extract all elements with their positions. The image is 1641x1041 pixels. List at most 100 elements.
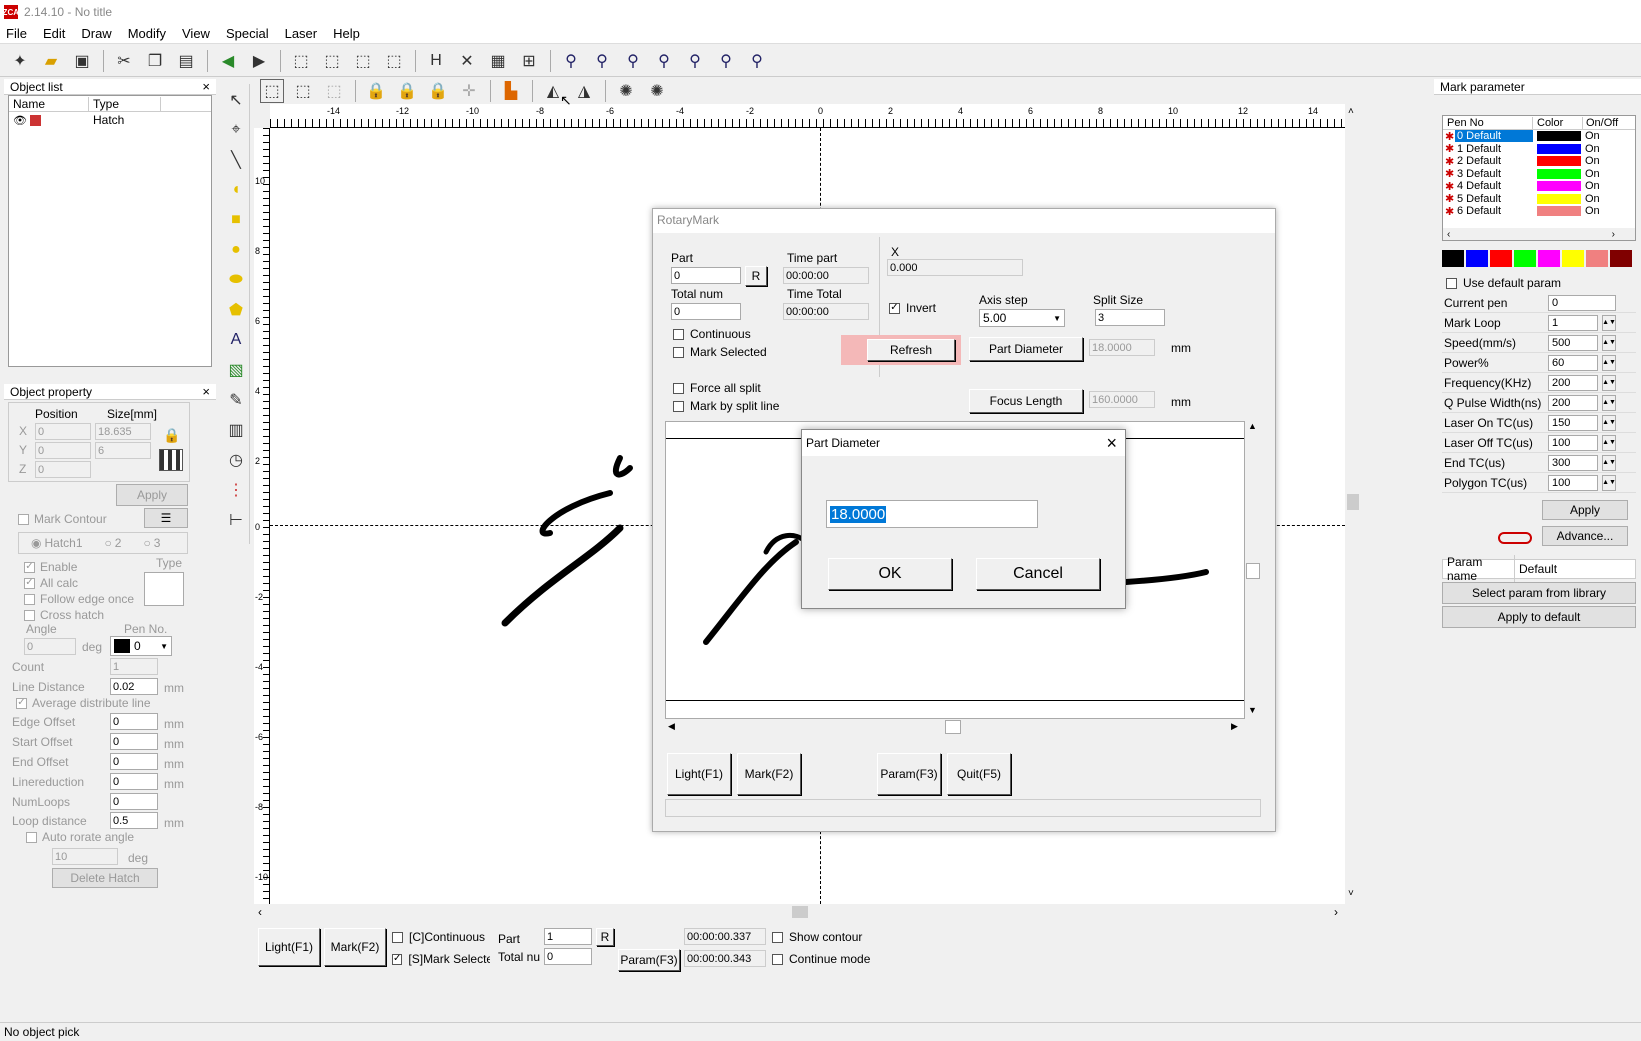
show-contour-checkbox[interactable] — [772, 931, 783, 943]
mark-button[interactable]: Mark(F2) — [324, 928, 386, 966]
rotary-mark-button[interactable]: Mark(F2) — [737, 753, 801, 795]
column-color[interactable]: Color — [1533, 116, 1583, 129]
zoom-all-icon[interactable]: ⚲ — [683, 49, 707, 73]
loop-distance-input[interactable]: 0.5 — [110, 812, 158, 829]
chevron-right-icon[interactable]: › — [1334, 905, 1338, 919]
cross-hatch-checkbox[interactable] — [24, 609, 35, 621]
color-swatch[interactable] — [1514, 249, 1536, 267]
color-swatch[interactable] — [1466, 249, 1488, 267]
use-default-checkbox[interactable] — [1446, 277, 1457, 289]
menu-help[interactable]: Help — [333, 26, 360, 41]
start-offset-input[interactable]: 0 — [110, 733, 158, 750]
text-icon[interactable]: A — [224, 328, 248, 352]
line-icon[interactable]: ╲ — [224, 148, 248, 172]
force-split-checkbox[interactable] — [673, 382, 684, 394]
apply-button[interactable]: Apply — [116, 484, 188, 506]
io-input-icon[interactable]: ⋮ — [224, 478, 248, 502]
spin-icon[interactable]: ▲▼ — [1602, 474, 1616, 491]
rotary-light-button[interactable]: Light(F1) — [667, 753, 731, 795]
menu-modify[interactable]: Modify — [128, 26, 166, 41]
frequency-input[interactable]: 200 — [1548, 374, 1598, 391]
color-swatch[interactable] — [1610, 249, 1632, 267]
node-icon[interactable]: ⬚ — [382, 49, 406, 73]
anchor-grid-icon[interactable] — [159, 449, 183, 471]
zoom-fit-icon[interactable]: ⚲ — [714, 49, 738, 73]
pen-list-scrollbar[interactable]: ‹ › — [1443, 228, 1635, 240]
color-swatch[interactable] — [1538, 249, 1560, 267]
rotary-quit-button[interactable]: Quit(F5) — [947, 753, 1011, 795]
hatch-icon[interactable]: H — [424, 49, 448, 73]
spin-icon[interactable]: ▲▼ — [1602, 454, 1616, 471]
line-distance-input[interactable]: 0.02 — [110, 678, 158, 695]
select-param-library-button[interactable]: Select param from library — [1442, 582, 1636, 604]
pen-row[interactable]: ✱ 2 Default On — [1443, 155, 1635, 168]
pen-row[interactable]: ✱ 1 Default On — [1443, 143, 1635, 156]
apply-to-default-button[interactable]: Apply to default — [1442, 606, 1636, 628]
pen-no-select[interactable]: 0 ▼ — [110, 636, 172, 656]
chevron-down-icon[interactable]: ▼ — [160, 642, 168, 651]
color-swatch[interactable] — [1490, 249, 1512, 267]
enable-checkbox[interactable]: ✓ — [24, 561, 35, 573]
spin-icon[interactable]: ▲▼ — [1602, 434, 1616, 451]
canvas-horizontal-scrollbar[interactable]: ‹ › — [254, 904, 1345, 920]
part-input[interactable]: 1 — [544, 928, 592, 945]
chevron-down-icon[interactable]: ▼ — [1248, 705, 1257, 715]
rotary-mark-icon[interactable]: ▙ — [499, 79, 523, 103]
laser-chain-icon[interactable] — [1498, 532, 1532, 544]
chevron-down-icon[interactable]: ▼ — [1053, 314, 1061, 323]
mark-selected-checkbox[interactable]: ✓ — [392, 953, 403, 965]
numloops-input[interactable]: 0 — [110, 793, 158, 810]
pen-row[interactable]: ✱ 5 Default On — [1443, 193, 1635, 206]
select-arrow-icon[interactable]: ↖ — [224, 88, 248, 112]
avg-distribute-checkbox[interactable]: ✓ — [16, 697, 27, 709]
circle-icon[interactable]: ● — [224, 238, 248, 262]
param-apply-button[interactable]: Apply — [1542, 500, 1628, 520]
mark-selected-checkbox[interactable] — [673, 346, 684, 358]
mirror-v-icon[interactable]: ◮ — [572, 79, 596, 103]
continuous-checkbox[interactable] — [673, 328, 684, 340]
select-all-icon[interactable]: ⬚ — [260, 79, 284, 103]
node-edit-icon[interactable]: ⌖ — [224, 118, 248, 142]
open-icon[interactable]: ▰ — [39, 49, 63, 73]
y-size-input[interactable]: 6 — [95, 442, 151, 459]
vector-import-icon[interactable]: ✎ — [224, 388, 248, 412]
cut-icon[interactable]: ✂ — [112, 49, 136, 73]
rectangle-icon[interactable]: ■ — [224, 208, 248, 232]
param-name-input[interactable]: Default — [1515, 562, 1557, 576]
laser-on-tc-input[interactable]: 150 — [1548, 414, 1598, 431]
column-type[interactable]: Type — [89, 96, 161, 111]
continuous-checkbox[interactable] — [392, 931, 403, 943]
hatch3-radio[interactable]: ○ — [143, 536, 150, 550]
x-position-input[interactable]: 0 — [35, 423, 91, 440]
timer-icon[interactable]: ◷ — [224, 448, 248, 472]
scroll-thumb[interactable] — [945, 720, 961, 734]
column-name[interactable]: Name — [9, 96, 89, 111]
refresh-button[interactable]: Refresh — [867, 339, 955, 361]
mark-split-line-checkbox[interactable] — [673, 400, 684, 412]
extend-axis-icon[interactable]: ⊢ — [224, 508, 248, 532]
end-tc-input[interactable]: 300 — [1548, 454, 1598, 471]
color-swatch[interactable] — [1586, 249, 1608, 267]
part-input[interactable]: 0 — [671, 267, 741, 284]
chevron-down-icon[interactable]: ˅ — [1348, 888, 1354, 899]
hatch-type-icon[interactable] — [144, 572, 184, 606]
spin-icon[interactable]: ▲▼ — [1602, 414, 1616, 431]
select-icon[interactable]: ⬚ — [289, 49, 313, 73]
pen-row[interactable]: ✱ 4 Default On — [1443, 180, 1635, 193]
chevron-right-icon[interactable]: ▶ — [1231, 721, 1238, 732]
focus-length-button[interactable]: Focus Length — [969, 389, 1083, 413]
curve-icon[interactable]: ◖ — [224, 178, 248, 202]
speed-input[interactable]: 500 — [1548, 334, 1598, 351]
spin-icon[interactable]: ▲▼ — [1602, 394, 1616, 411]
menu-view[interactable]: View — [182, 26, 210, 41]
delete-hatch-button[interactable]: Delete Hatch — [52, 868, 158, 888]
center-icon[interactable]: ✛ — [457, 79, 481, 103]
lock-icon[interactable]: 🔒 — [364, 79, 388, 103]
auto-rotate-checkbox[interactable] — [26, 831, 37, 843]
copy-icon[interactable]: ❐ — [143, 49, 167, 73]
chevron-up-icon[interactable]: ˄ — [1348, 106, 1354, 117]
polygon-tc-input[interactable]: 100 — [1548, 474, 1598, 491]
polygon-icon[interactable]: ⬟ — [224, 298, 248, 322]
cancel-button[interactable]: Cancel — [976, 558, 1100, 590]
linereduction-input[interactable]: 0 — [110, 773, 158, 790]
